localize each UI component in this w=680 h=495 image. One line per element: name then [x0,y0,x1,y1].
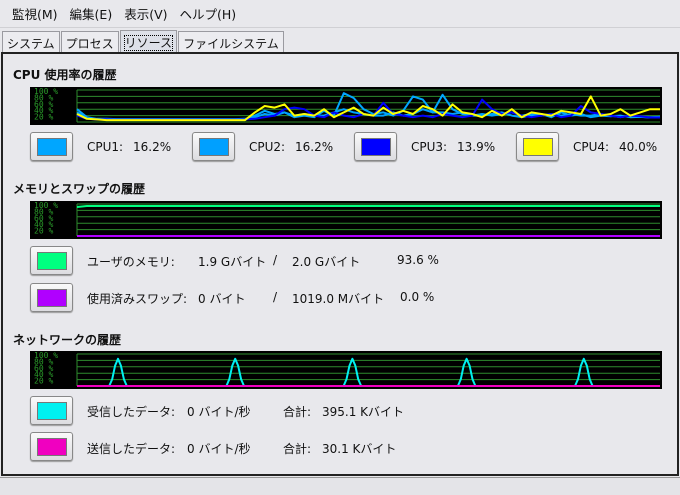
color-swatch [37,289,67,307]
sent-label: 送信したデータ: [87,442,176,456]
cpu3-color-button[interactable] [354,132,397,161]
tab-resources[interactable]: リソース [119,30,178,52]
received-line [77,357,660,387]
cpu4-color-button[interactable] [516,132,559,161]
received-total-label: 合計: [283,405,312,419]
cpu2-value: 16.2% [295,140,334,154]
user-memory-percent: 93.6 % [397,253,439,267]
sent-color-button[interactable] [30,432,73,461]
tab-label: ファイルシステム [183,37,279,51]
axis-label: 20 % [34,377,53,386]
tab-bar: システム プロセス リソース ファイルシステム [2,30,285,52]
cpu-history-title: CPU 使用率の履歴 [13,68,117,82]
cpu4-value: 40.0% [619,140,658,154]
swap-used: 0 バイト [198,292,246,306]
user-memory-total: 2.0 Gバイト [292,255,361,269]
color-swatch [37,252,67,270]
color-swatch [361,138,391,156]
tab-system[interactable]: システム [2,31,60,52]
cpu3-label: CPU3: [411,140,448,154]
user-memory-sep: / [273,253,278,267]
sent-rate: 0 バイト/秒 [187,442,251,456]
network-graph: 100 % 80 % 60 % 40 % 20 % [30,351,662,389]
swap-percent: 0.0 % [400,290,435,304]
color-swatch [37,402,67,420]
received-label: 受信したデータ: [87,405,176,419]
cpu2-color-button[interactable] [192,132,235,161]
swap-total: 1019.0 Mバイト [292,292,385,306]
cpu-graph: 100 % 80 % 60 % 40 % 20 % [30,87,662,125]
user-memory-color-button[interactable] [30,246,73,275]
color-swatch [37,438,67,456]
memory-graph: 100 % 80 % 60 % 40 % 20 % [30,201,662,239]
received-rate: 0 バイト/秒 [187,405,251,419]
cpu3-value: 13.9% [457,140,496,154]
cpu4-label: CPU4: [573,140,610,154]
color-swatch [37,138,67,156]
tab-label: システム [7,37,55,51]
menu-edit[interactable]: 編集(E) [64,4,119,23]
sent-total-label: 合計: [283,442,312,456]
swap-color-button[interactable] [30,283,73,312]
axis-label: 20 % [34,227,53,236]
color-swatch [523,138,553,156]
menu-monitor[interactable]: 監視(M) [6,4,64,23]
tab-label: リソース [123,35,174,51]
memory-history-title: メモリとスワップの履歴 [13,182,146,196]
received-color-button[interactable] [30,396,73,425]
tab-processes[interactable]: プロセス [60,31,119,52]
cpu4-line [76,95,660,122]
axis-label: 20 % [34,113,53,122]
user-memory-used: 1.9 Gバイト [198,255,267,269]
cpu1-color-button[interactable] [30,132,73,161]
tab-filesystems[interactable]: ファイルシステム [178,31,284,52]
menubar: 監視(M) 編集(E) 表示(V) ヘルプ(H) [0,0,680,28]
user-memory-line [76,205,660,208]
cpu2-label: CPU2: [249,140,286,154]
cpu1-label: CPU1: [87,140,124,154]
received-total: 395.1 Kバイト [322,405,405,419]
swap-sep: / [273,290,278,304]
swap-label: 使用済みスワップ: [87,292,188,306]
status-bar [0,477,680,495]
cpu1-value: 16.2% [133,140,172,154]
user-memory-label: ユーザのメモリ: [87,255,175,269]
color-swatch [199,138,229,156]
menu-view[interactable]: 表示(V) [118,4,173,23]
tab-label: プロセス [65,37,114,51]
network-history-title: ネットワークの履歴 [13,333,122,347]
menu-help[interactable]: ヘルプ(H) [174,4,243,23]
sent-total: 30.1 Kバイト [322,442,397,456]
